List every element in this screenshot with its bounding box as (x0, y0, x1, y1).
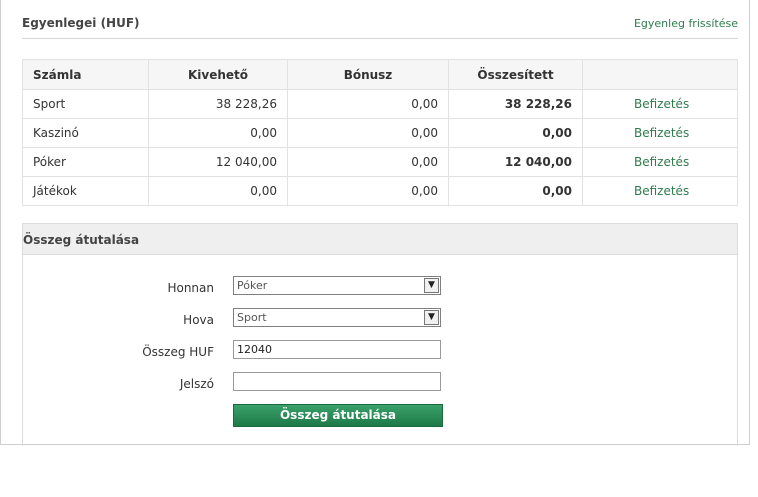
column-header-withdrawable: Kivehető (148, 59, 288, 90)
bonus-amount: 0,00 (287, 147, 449, 177)
refresh-balance-link[interactable]: Egyenleg frissítése (634, 17, 738, 30)
chevron-down-icon[interactable]: ▼ (424, 310, 439, 325)
account-name: Póker (22, 147, 149, 177)
table-header-row: Számla Kivehető Bónusz Összesített (22, 59, 738, 90)
account-name: Kaszinó (22, 118, 149, 148)
from-select-value: Póker (237, 279, 268, 292)
amount-input-value: 12040 (237, 343, 272, 356)
total-amount: 38 228,26 (448, 89, 583, 119)
withdrawable-amount: 0,00 (148, 176, 288, 206)
account-name: Sport (22, 89, 149, 119)
withdrawable-amount: 12 040,00 (148, 147, 288, 177)
deposit-link-sport[interactable]: Befizetés (582, 89, 738, 119)
password-input[interactable] (233, 372, 441, 391)
from-row: Honnan Póker ▼ (23, 276, 739, 300)
table-row: Kaszinó 0,00 0,00 0,00 Befizetés (22, 118, 738, 148)
total-amount: 0,00 (448, 118, 583, 148)
to-label: Hova (183, 313, 214, 327)
table-row: Játékok 0,00 0,00 0,00 Befizetés (22, 176, 738, 206)
amount-row: Összeg HUF 12040 (23, 340, 739, 364)
transfer-submit-button[interactable]: Összeg átutalása (233, 404, 443, 427)
total-amount: 0,00 (448, 176, 583, 206)
balance-table: Számla Kivehető Bónusz Összesített Sport… (22, 59, 738, 206)
withdrawable-amount: 38 228,26 (148, 89, 288, 119)
bonus-amount: 0,00 (287, 176, 449, 206)
bonus-amount: 0,00 (287, 89, 449, 119)
table-row: Sport 38 228,26 0,00 38 228,26 Befizetés (22, 89, 738, 119)
password-row: Jelszó (23, 372, 739, 396)
from-select[interactable]: Póker ▼ (233, 276, 441, 295)
transfer-panel-title: Összeg átutalása (23, 233, 140, 247)
transfer-panel-header: Összeg átutalása (23, 224, 737, 255)
column-header-account: Számla (22, 59, 149, 90)
column-header-total: Összesített (448, 59, 583, 90)
deposit-link-games[interactable]: Befizetés (582, 176, 738, 206)
amount-label: Összeg HUF (142, 345, 214, 359)
total-amount: 12 040,00 (448, 147, 583, 177)
deposit-link-poker[interactable]: Befizetés (582, 147, 738, 177)
bonus-amount: 0,00 (287, 118, 449, 148)
column-header-action (582, 59, 738, 90)
balance-header: Egyenlegei (HUF) Egyenleg frissítése (22, 14, 738, 39)
password-label: Jelszó (179, 377, 214, 391)
to-select[interactable]: Sport ▼ (233, 308, 441, 327)
deposit-link-casino[interactable]: Befizetés (582, 118, 738, 148)
chevron-down-icon[interactable]: ▼ (424, 278, 439, 293)
table-row: Póker 12 040,00 0,00 12 040,00 Befizetés (22, 147, 738, 177)
transfer-panel: Összeg átutalása Honnan Póker ▼ Hova Spo… (22, 223, 738, 446)
account-name: Játékok (22, 176, 149, 206)
balance-title: Egyenlegei (HUF) (22, 16, 140, 30)
to-row: Hova Sport ▼ (23, 308, 739, 332)
amount-input[interactable]: 12040 (233, 340, 441, 359)
column-header-bonus: Bónusz (287, 59, 449, 90)
to-select-value: Sport (237, 311, 267, 324)
withdrawable-amount: 0,00 (148, 118, 288, 148)
from-label: Honnan (167, 281, 214, 295)
